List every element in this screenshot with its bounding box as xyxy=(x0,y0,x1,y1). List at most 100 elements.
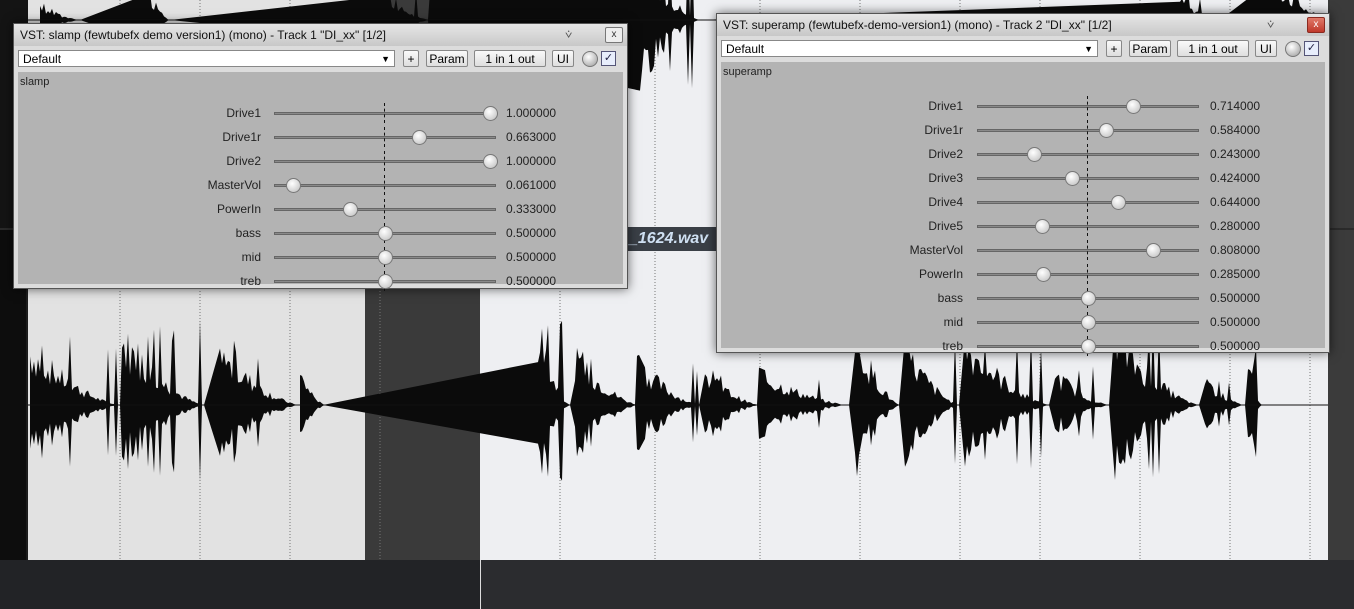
param-label: Drive2 xyxy=(928,147,963,161)
param-value: 0.285000 xyxy=(1210,267,1261,281)
slider-thumb[interactable] xyxy=(285,178,301,193)
param-label: MasterVol xyxy=(207,178,261,192)
preset-value: Default xyxy=(726,42,765,56)
chevron-down-icon: ▼ xyxy=(381,54,390,64)
window-title[interactable]: VST: superamp (fewtubefx-demo-version1) … xyxy=(717,14,1329,36)
param-value: 0.808000 xyxy=(1210,243,1261,257)
param-label: Drive2 xyxy=(226,154,261,168)
slider-thumb[interactable] xyxy=(1035,267,1051,282)
slider-thumb[interactable] xyxy=(483,154,498,169)
preset-value: Default xyxy=(23,52,62,66)
close-button[interactable]: x xyxy=(1307,17,1325,33)
param-slider[interactable] xyxy=(274,112,496,115)
slider-center-mark xyxy=(1087,264,1088,284)
param-slider[interactable] xyxy=(977,153,1199,156)
param-label: Drive1r xyxy=(924,123,963,137)
plugin-name: superamp xyxy=(723,66,772,78)
ui-button[interactable]: UI xyxy=(552,50,574,67)
pin-icon[interactable]: ⩒ xyxy=(565,27,572,42)
param-panel: slamp Drive1 1.000000 Drive1r 0.663000 D… xyxy=(18,72,623,291)
param-row: MasterVol 0.808000 xyxy=(721,240,1325,260)
plugin-toolbar: Default ▼ + Param 1 in 1 out UI ✓ xyxy=(18,48,623,70)
ui-button[interactable]: UI xyxy=(1255,40,1277,57)
slider-thumb[interactable] xyxy=(378,226,393,241)
add-preset-button[interactable]: + xyxy=(1106,40,1122,57)
slider-thumb[interactable] xyxy=(1081,315,1096,330)
wet-knob-icon[interactable] xyxy=(582,51,598,67)
param-row: Drive1r 0.584000 xyxy=(721,120,1325,140)
param-label: bass xyxy=(937,291,963,305)
preset-dropdown[interactable]: Default ▼ xyxy=(18,50,395,67)
chevron-down-icon: ▼ xyxy=(1084,44,1093,54)
vst-window-slamp[interactable]: VST: slamp (fewtubefx demo version1) (mo… xyxy=(13,23,628,291)
param-slider[interactable] xyxy=(977,105,1199,108)
slider-thumb[interactable] xyxy=(1125,99,1141,114)
enable-checkbox[interactable]: ✓ xyxy=(601,51,616,66)
slider-center-mark xyxy=(1087,192,1088,212)
param-row: PowerIn 0.333000 xyxy=(18,199,623,219)
slider-thumb[interactable] xyxy=(1081,291,1096,306)
param-slider[interactable] xyxy=(977,273,1199,276)
param-slider[interactable] xyxy=(977,225,1199,228)
plugin-name: slamp xyxy=(20,76,50,88)
param-row: mid 0.500000 xyxy=(18,247,623,267)
slider-center-mark xyxy=(1087,96,1088,116)
param-value: 0.500000 xyxy=(506,274,557,288)
plugin-toolbar: Default ▼ + Param 1 in 1 out UI ✓ xyxy=(721,38,1325,60)
enable-checkbox[interactable]: ✓ xyxy=(1304,41,1319,56)
slider-center-mark xyxy=(384,151,385,171)
slider-center-mark xyxy=(384,199,385,219)
slider-center-mark xyxy=(1087,168,1088,188)
slider-thumb[interactable] xyxy=(1065,171,1081,186)
param-slider[interactable] xyxy=(977,201,1199,204)
preset-dropdown[interactable]: Default ▼ xyxy=(721,40,1098,57)
param-slider[interactable] xyxy=(274,208,496,211)
io-button[interactable]: 1 in 1 out xyxy=(474,50,546,67)
param-row: Drive1 0.714000 xyxy=(721,96,1325,116)
param-value: 1.000000 xyxy=(506,106,557,120)
empty-track-area-right xyxy=(480,560,1354,609)
param-row: PowerIn 0.285000 xyxy=(721,264,1325,284)
wet-knob-icon[interactable] xyxy=(1285,41,1301,57)
window-title[interactable]: VST: slamp (fewtubefx demo version1) (mo… xyxy=(14,24,627,46)
param-value: 0.500000 xyxy=(506,250,557,264)
param-value: 0.500000 xyxy=(506,226,557,240)
slider-thumb[interactable] xyxy=(1111,195,1127,210)
slider-thumb[interactable] xyxy=(378,274,393,289)
param-slider[interactable] xyxy=(274,136,496,139)
close-button[interactable]: x xyxy=(605,27,623,43)
param-label: treb xyxy=(942,339,963,353)
slider-thumb[interactable] xyxy=(1098,123,1114,138)
param-label: Drive1 xyxy=(226,106,261,120)
param-slider[interactable] xyxy=(977,129,1199,132)
pin-icon[interactable]: ⩒ xyxy=(1267,17,1274,32)
param-value: 0.061000 xyxy=(506,178,557,192)
param-value: 0.333000 xyxy=(506,202,557,216)
param-value: 0.500000 xyxy=(1210,339,1261,353)
param-value: 0.714000 xyxy=(1210,99,1261,113)
param-slider[interactable] xyxy=(274,184,496,187)
slider-thumb[interactable] xyxy=(378,250,393,265)
slider-thumb[interactable] xyxy=(412,130,428,145)
param-button[interactable]: Param xyxy=(426,50,468,67)
param-value: 0.584000 xyxy=(1210,123,1261,137)
param-row: Drive1r 0.663000 xyxy=(18,127,623,147)
param-label: MasterVol xyxy=(909,243,963,257)
param-label: Drive1r xyxy=(222,130,261,144)
param-label: Drive5 xyxy=(928,219,963,233)
param-slider[interactable] xyxy=(977,249,1199,252)
add-preset-button[interactable]: + xyxy=(403,50,419,67)
param-button[interactable]: Param xyxy=(1129,40,1171,57)
vst-window-superamp[interactable]: VST: superamp (fewtubefx-demo-version1) … xyxy=(716,13,1330,356)
param-slider[interactable] xyxy=(274,160,496,163)
clip-name-label: _1624.wav xyxy=(627,227,719,251)
param-slider[interactable] xyxy=(977,177,1199,180)
param-label: Drive3 xyxy=(928,171,963,185)
slider-thumb[interactable] xyxy=(1027,147,1043,162)
slider-thumb[interactable] xyxy=(1145,243,1161,258)
io-button[interactable]: 1 in 1 out xyxy=(1177,40,1249,57)
slider-thumb[interactable] xyxy=(1081,339,1096,354)
slider-thumb[interactable] xyxy=(483,106,498,121)
slider-thumb[interactable] xyxy=(1034,219,1050,234)
slider-thumb[interactable] xyxy=(342,202,358,217)
